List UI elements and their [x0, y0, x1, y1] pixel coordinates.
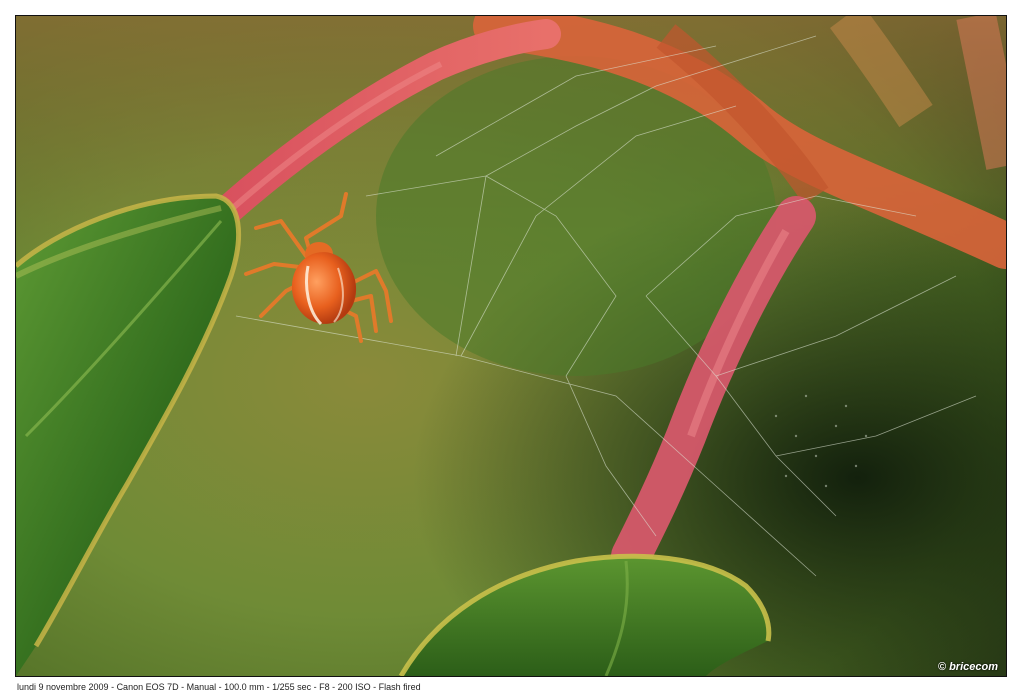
- photo-caption: lundi 9 novembre 2009 - Canon EOS 7D - M…: [17, 682, 421, 692]
- photo: © bricecom: [15, 15, 1007, 677]
- copyright-watermark: © bricecom: [937, 661, 998, 673]
- photo-illustration: [16, 16, 1006, 676]
